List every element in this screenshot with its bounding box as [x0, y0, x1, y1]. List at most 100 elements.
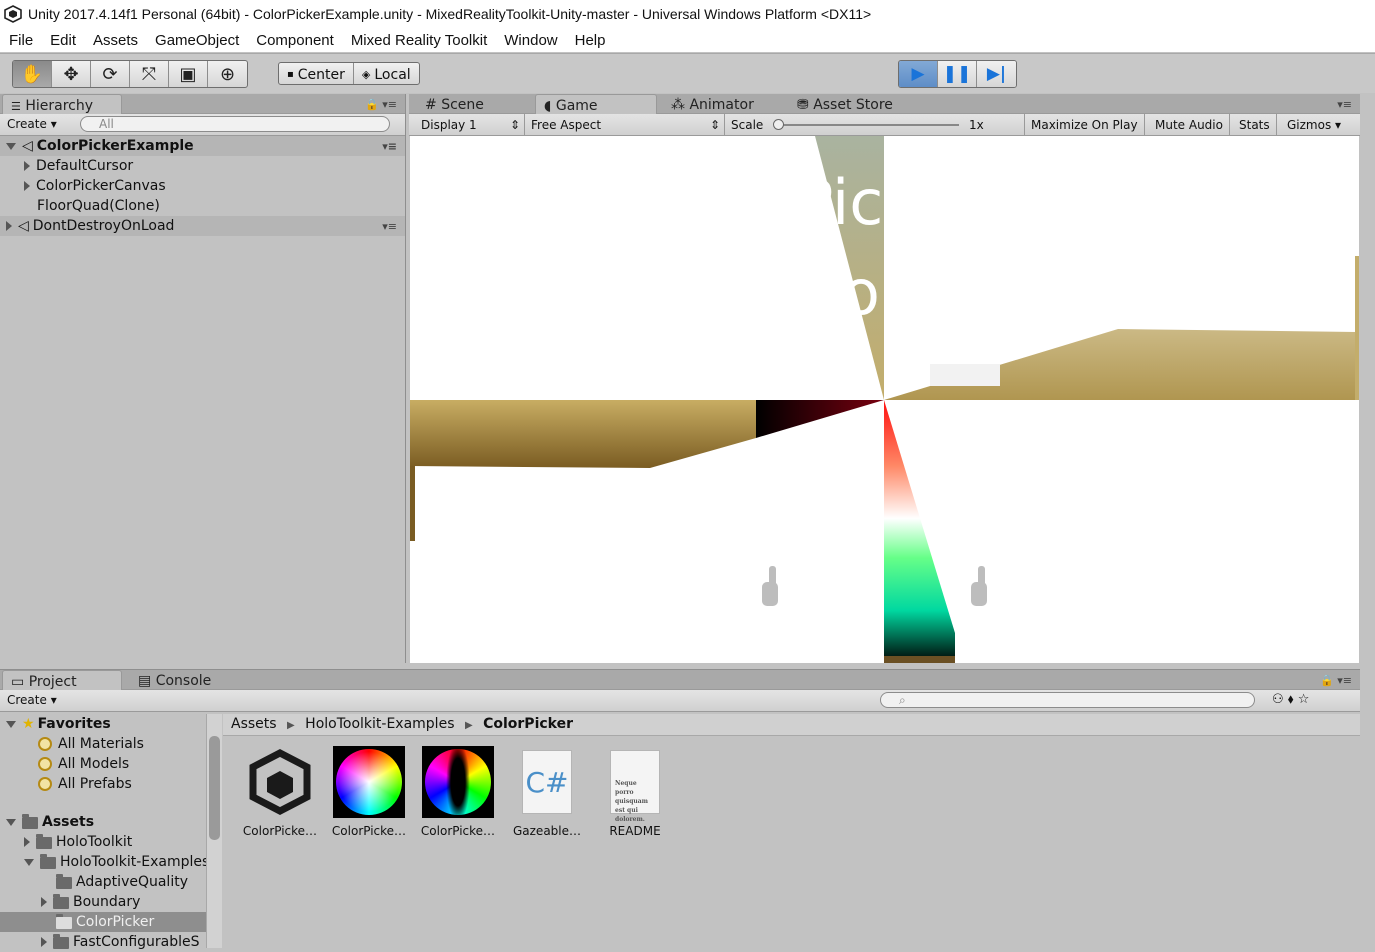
expand-arrow-icon[interactable]	[24, 858, 34, 866]
menu-mixed-reality-toolkit[interactable]: Mixed Reality Toolkit	[342, 32, 495, 49]
tree-item-boundary[interactable]: Boundary	[41, 892, 140, 912]
scale-track	[777, 124, 959, 126]
tree-scrollbar[interactable]	[206, 714, 222, 948]
tree-item-holotoolkit-examples[interactable]: HoloToolkit-Examples	[24, 852, 209, 872]
game-panel: # Scene ◖ Game ⁂ Animator ⛃ Asset Store …	[409, 94, 1360, 663]
tab-console[interactable]: ▤ Console	[130, 670, 221, 691]
dontdestroy-row[interactable]: ◁ DontDestroyOnLoad ▾≡	[0, 216, 405, 236]
unity-logo-icon	[4, 5, 22, 23]
tab-hierarchy[interactable]: ☰ Hierarchy	[2, 94, 122, 115]
game-options-icon[interactable]: ▾≡	[1337, 98, 1352, 111]
scene-row[interactable]: ◁ ColorPickerExample ▾≡	[0, 136, 405, 156]
hand-tool-button[interactable]: ✋	[13, 61, 52, 87]
fav-label: All Models	[58, 756, 130, 772]
project-create-button[interactable]: Create ▾	[7, 693, 57, 707]
step-button[interactable]: ▶|	[977, 61, 1016, 87]
tab-project[interactable]: ▭ Project	[2, 670, 122, 691]
tab-asset-store[interactable]: ⛃ Asset Store	[789, 94, 903, 115]
aspect-dropdown[interactable]: Free Aspect ⇕	[525, 114, 725, 136]
maximize-on-play-toggle[interactable]: Maximize On Play	[1025, 114, 1145, 136]
pause-button[interactable]: ❚❚	[938, 61, 977, 87]
expand-arrow-icon[interactable]	[6, 142, 16, 150]
unity-scene-icon	[244, 746, 316, 818]
hierarchy-search-placeholder: All	[99, 117, 114, 131]
breadcrumb-assets[interactable]: Assets	[231, 716, 277, 732]
main-toolbar: ✋ ✥ ⟳ ⤧ ▣ ⊕ ▪ Center ◈ Local ▶ ❚❚ ▶|	[0, 53, 1375, 93]
expand-arrow-icon[interactable]	[6, 818, 16, 826]
asset-gazeable-script[interactable]: C# Gazeable…	[505, 746, 589, 838]
console-tab-label: Console	[155, 673, 212, 689]
hierarchy-item-colorpickercanvas[interactable]: ColorPickerCanvas	[24, 176, 166, 196]
move-tool-button[interactable]: ✥	[52, 61, 91, 87]
favorite-all-prefabs[interactable]: All Prefabs	[38, 774, 132, 794]
scale-thumb[interactable]	[773, 119, 784, 130]
assets-row[interactable]: Assets	[6, 812, 94, 832]
tab-game[interactable]: ◖ Game	[535, 94, 657, 115]
asset-colorpicker-scene[interactable]: ColorPicke…	[238, 746, 322, 838]
transform-tool-button[interactable]: ⊕	[208, 61, 247, 87]
mute-audio-toggle[interactable]: Mute Audio	[1149, 114, 1230, 136]
menu-window[interactable]: Window	[495, 32, 565, 49]
project-search-input[interactable]: ⌕	[880, 692, 1255, 708]
rect-tool-button[interactable]: ▣	[169, 61, 208, 87]
breadcrumb-holotoolkit-examples[interactable]: HoloToolkit-Examples	[305, 716, 454, 732]
filter-icons[interactable]: ⚇ ⬧ ☆	[1272, 692, 1309, 707]
rotate-tool-button[interactable]: ⟳	[91, 61, 130, 87]
game-toolbar: Display 1 ⇕ Free Aspect ⇕ Scale 1x Maximiz…	[409, 114, 1360, 136]
menu-file[interactable]: File	[0, 32, 41, 49]
tree-scroll-thumb[interactable]	[209, 736, 220, 840]
tree-item-adaptivequality[interactable]: AdaptiveQuality	[56, 872, 188, 892]
item-label: FloorQuad(Clone)	[37, 198, 160, 214]
collapsed-arrow-icon[interactable]	[41, 937, 47, 947]
play-controls: ▶ ❚❚ ▶|	[898, 60, 1017, 88]
menu-assets[interactable]: Assets	[84, 32, 146, 49]
search-folder-icon	[38, 757, 52, 771]
tree-label: HoloToolkit-Examples	[60, 854, 210, 870]
collapsed-arrow-icon[interactable]	[6, 221, 12, 231]
collapsed-arrow-icon[interactable]	[24, 161, 30, 171]
collapsed-arrow-icon[interactable]	[24, 837, 30, 847]
menu-gameobject[interactable]: GameObject	[146, 32, 247, 49]
hand-icon: ✋	[20, 63, 44, 85]
hierarchy-item-defaultcursor[interactable]: DefaultCursor	[24, 156, 133, 176]
asset-colorpicker-material-1[interactable]: ColorPicke…	[327, 746, 411, 838]
lock-icon[interactable]: 🔒 ▾≡	[365, 98, 397, 111]
menu-edit[interactable]: Edit	[41, 32, 84, 49]
play-button[interactable]: ▶	[899, 61, 938, 87]
stats-toggle[interactable]: Stats	[1233, 114, 1277, 136]
hierarchy-item-floorquad[interactable]: FloorQuad(Clone)	[37, 196, 160, 216]
aspect-label: Free Aspect	[531, 118, 602, 132]
tree-item-colorpicker[interactable]: ColorPicker	[0, 912, 206, 932]
game-viewport[interactable]: Pic o	[410, 136, 1359, 663]
tree-item-holotoolkit[interactable]: HoloToolkit	[24, 832, 132, 852]
scale-slider[interactable]: Scale 1x	[725, 114, 1025, 136]
favorite-all-materials[interactable]: All Materials	[38, 734, 144, 754]
hierarchy-create-button[interactable]: Create ▾	[7, 117, 57, 131]
menu-help[interactable]: Help	[566, 32, 614, 49]
favorites-row[interactable]: ★ Favorites	[6, 714, 111, 734]
favorite-all-models[interactable]: All Models	[38, 754, 129, 774]
project-lock-icon[interactable]: 🔒 ▾≡	[1320, 674, 1352, 687]
scene-options-icon[interactable]: ▾≡	[382, 140, 397, 153]
asset-readme[interactable]: Neque porro quisquam est qui dolorem. RE…	[593, 746, 677, 838]
pivot-label: Center	[297, 66, 345, 83]
tab-animator[interactable]: ⁂ Animator	[663, 94, 764, 115]
expand-arrow-icon[interactable]	[6, 720, 16, 728]
tab-scene[interactable]: # Scene	[417, 94, 494, 115]
display-dropdown[interactable]: Display 1 ⇕	[415, 114, 525, 136]
scale-tool-button[interactable]: ⤧	[130, 61, 169, 87]
collapsed-arrow-icon[interactable]	[24, 181, 30, 191]
hierarchy-search-input[interactable]: All	[80, 116, 390, 132]
breadcrumb-colorpicker[interactable]: ColorPicker	[483, 716, 573, 732]
menu-component[interactable]: Component	[247, 32, 342, 49]
asset-colorpicker-material-2[interactable]: ColorPicke…	[416, 746, 500, 838]
pivot-center-button[interactable]: ▪ Center	[279, 63, 354, 84]
fav-label: All Prefabs	[58, 776, 132, 792]
dontdestroy-options-icon[interactable]: ▾≡	[382, 220, 397, 233]
collapsed-arrow-icon[interactable]	[41, 897, 47, 907]
tree-item-fastconfigurable[interactable]: FastConfigurableS	[41, 932, 200, 952]
center-tabstrip: # Scene ◖ Game ⁂ Animator ⛃ Asset Store …	[409, 94, 1360, 115]
asset-label: ColorPicke…	[420, 824, 496, 838]
pivot-local-button[interactable]: ◈ Local	[354, 63, 419, 84]
gizmos-dropdown[interactable]: Gizmos ▾	[1281, 114, 1347, 136]
